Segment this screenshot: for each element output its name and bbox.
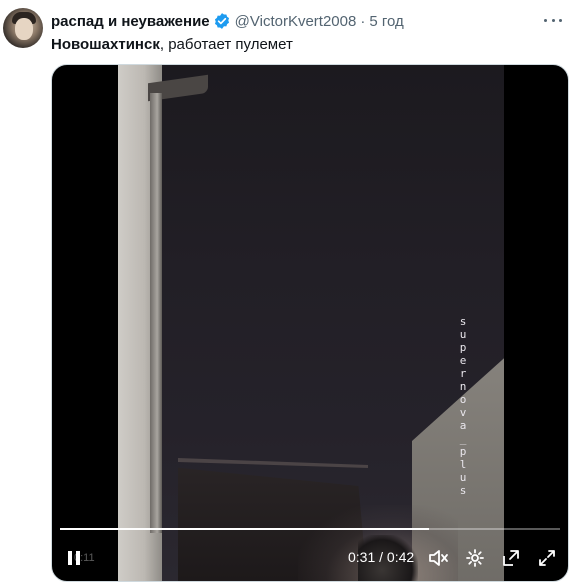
popout-icon[interactable] (498, 543, 524, 573)
tweet-header: распад и неуважение @VictorKvert2008 · 5… (51, 11, 556, 31)
time-readout: 0:31 / 0:42 (348, 549, 414, 565)
progress-bar[interactable] (60, 528, 560, 530)
watermark: s u p e r n o v a _ p l u s (456, 315, 470, 497)
watermark-letter: u (459, 328, 467, 341)
video-controls: 0:11 0:31 / 0:42 (52, 543, 568, 573)
tweet-timestamp[interactable]: 5 год (369, 13, 403, 30)
tweet-text: Новошахтинск, работает пулемет (51, 35, 293, 55)
mute-icon[interactable] (426, 543, 452, 573)
watermark-letter: _ (459, 432, 467, 445)
settings-icon[interactable] (462, 543, 488, 573)
watermark-letter: a (459, 419, 467, 432)
watermark-letter: r (459, 367, 467, 380)
video-frame[interactable]: s u p e r n o v a _ p l u s (118, 65, 504, 581)
fullscreen-icon[interactable] (534, 543, 560, 573)
watermark-letter: o (459, 393, 467, 406)
tweet: распад и неуважение @VictorKvert2008 · 5… (0, 0, 576, 588)
tweet-text-rest: , работает пулемет (159, 36, 293, 53)
duration: 0:42 (386, 549, 415, 565)
scene-building-roof (178, 458, 368, 468)
watermark-letter: s (459, 484, 467, 497)
author-handle[interactable]: @VictorKvert2008 (235, 13, 357, 30)
time-separator: / (375, 549, 387, 565)
avatar[interactable] (3, 8, 43, 48)
current-time: 0:31 (348, 549, 376, 565)
watermark-letter: s (459, 315, 467, 328)
more-icon[interactable] (544, 11, 562, 29)
avatar-face (15, 18, 33, 40)
progress-fill (60, 528, 429, 530)
watermark-letter: e (459, 354, 467, 367)
ghost-time: 0:11 (74, 552, 95, 564)
video-player[interactable]: s u p e r n o v a _ p l u s 0:11 0:31 / 0:42 (51, 64, 569, 582)
watermark-letter: u (459, 471, 467, 484)
author-name[interactable]: распад и неуважение (51, 13, 210, 30)
watermark-letter: l (459, 458, 467, 471)
tweet-text-bold[interactable]: Новошахтинск (51, 36, 160, 53)
separator-dot: · (360, 12, 366, 30)
scene-drainpipe (150, 93, 162, 533)
watermark-letter: v (459, 406, 467, 419)
watermark-letter: n (459, 380, 467, 393)
watermark-letter: p (459, 445, 467, 458)
verified-badge-icon (213, 12, 231, 30)
watermark-letter: p (459, 341, 467, 354)
